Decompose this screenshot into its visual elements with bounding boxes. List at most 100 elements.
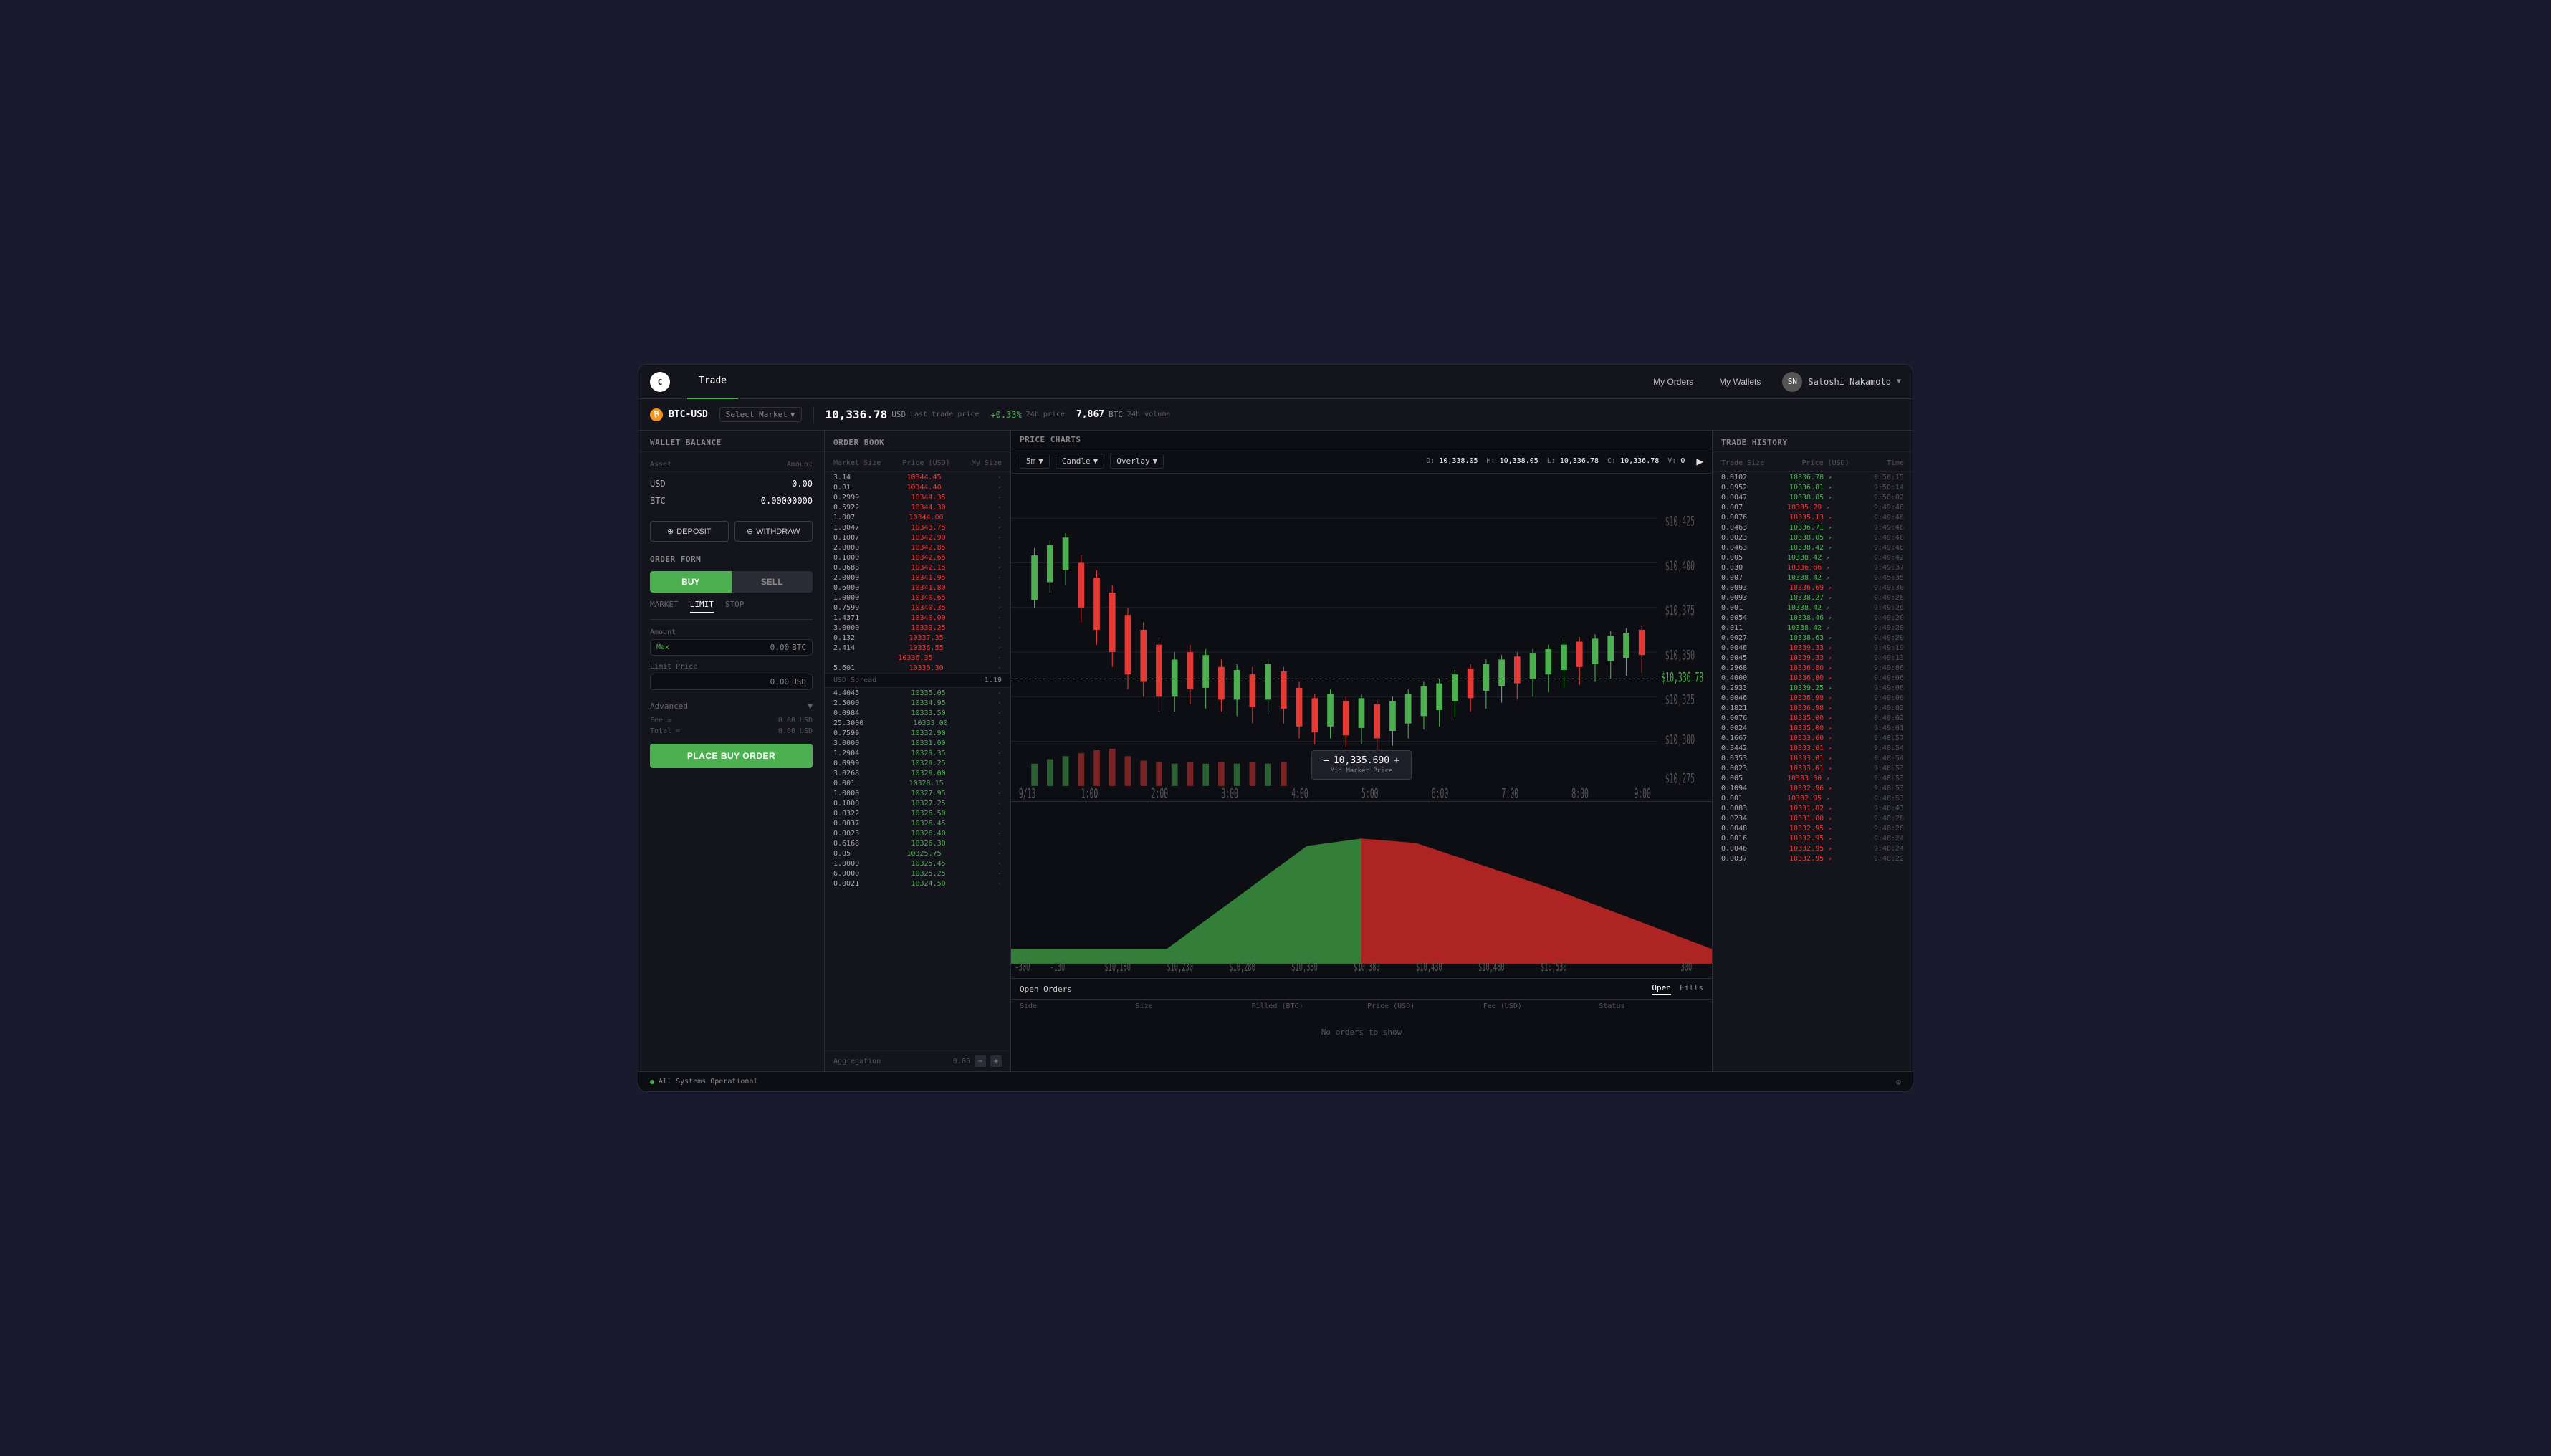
bid-row[interactable]: 25.300010333.00- (825, 718, 1010, 728)
side-col-header: Side (1020, 1002, 1124, 1010)
bid-row[interactable]: 0.002310326.40- (825, 828, 1010, 838)
bid-row[interactable]: 0.759910332.90- (825, 728, 1010, 738)
bid-price: 10326.40 (911, 830, 945, 838)
deposit-button[interactable]: ⊕ DEPOSIT (650, 521, 729, 542)
amount-input-row[interactable]: Max 0.00 BTC (650, 639, 813, 656)
fills-tab[interactable]: Fills (1680, 983, 1703, 995)
bid-price: 10335.05 (911, 689, 945, 697)
ob-column-headers: Market Size Price (USD) My Size (825, 452, 1010, 472)
ask-row[interactable]: 1.000010340.65- (825, 593, 1010, 603)
limit-price-input-row[interactable]: 0.00 USD (650, 674, 813, 690)
bid-row[interactable]: 0.098410333.50- (825, 708, 1010, 718)
ask-row[interactable]: 0.600010341.80- (825, 583, 1010, 593)
depth-chart-container[interactable]: -300 -130 $10,180 $10,230 $10,280 $10,33… (1011, 802, 1712, 978)
my-wallets-button[interactable]: My Wallets (1709, 373, 1771, 391)
bid-row[interactable]: 3.000010331.00- (825, 738, 1010, 748)
limit-tab[interactable]: LIMIT (690, 600, 714, 613)
ask-size: 2.0000 (833, 544, 859, 552)
overlay-dropdown[interactable]: Overlay ▼ (1110, 454, 1164, 469)
ask-row[interactable]: 0.759910340.35- (825, 603, 1010, 613)
bid-row[interactable]: 0.032210326.50- (825, 808, 1010, 818)
withdraw-label: WITHDRAW (756, 527, 800, 536)
ask-row[interactable]: 1.437110340.00- (825, 613, 1010, 623)
trade-time: 9:48:53 (1874, 795, 1904, 803)
bid-mysize: - (997, 860, 1002, 868)
market-tab[interactable]: MARKET (650, 600, 679, 613)
bid-row[interactable]: 2.500010334.95- (825, 698, 1010, 708)
trade-price: 10336.98 ↗ (1789, 704, 1832, 712)
trade-row: 0.008310331.02 ↗9:48:43 (1713, 803, 1913, 813)
trade-row: 0.03010336.66 ↗9:49:37 (1713, 562, 1913, 573)
trade-price: 10332.95 ↗ (1789, 825, 1832, 833)
ask-row[interactable]: 1.004710343.75- (825, 522, 1010, 532)
bid-row[interactable]: 0.099910329.25- (825, 758, 1010, 768)
max-link[interactable]: Max (656, 643, 669, 651)
sell-button[interactable]: SELL (732, 571, 813, 593)
logo[interactable]: C (650, 372, 670, 392)
bid-row[interactable]: 4.404510335.05- (825, 688, 1010, 698)
chart-type-dropdown[interactable]: Candle ▼ (1056, 454, 1104, 469)
bid-row[interactable]: 1.290410329.35- (825, 748, 1010, 758)
tab-trade[interactable]: Trade (687, 365, 738, 399)
place-order-button[interactable]: PLACE BUY ORDER (650, 744, 813, 768)
ask-row[interactable]: 0.068810342.15- (825, 562, 1010, 573)
bid-row[interactable]: 6.000010325.25- (825, 868, 1010, 878)
ask-mysize: - (997, 644, 1002, 652)
right-panel: Trade History Trade Size Price (USD) Tim… (1712, 431, 1913, 1071)
bid-row[interactable]: 3.026810329.00- (825, 768, 1010, 778)
ask-row[interactable]: 0.592210344.30- (825, 502, 1010, 512)
stop-tab[interactable]: STOP (725, 600, 745, 613)
chart-expand-button[interactable]: ▶ (1696, 454, 1703, 468)
trade-price: 10332.96 ↗ (1789, 785, 1832, 792)
ask-row[interactable]: 5.60110336.30- (825, 663, 1010, 673)
trade-price: 10332.95 ↗ (1787, 795, 1829, 803)
aggregation-decrease-button[interactable]: − (975, 1055, 986, 1067)
settings-icon[interactable]: ⚙ (1896, 1077, 1901, 1087)
up-arrow-icon: ↗ (1828, 615, 1832, 621)
bid-row[interactable]: 0.00110328.15- (825, 778, 1010, 788)
trade-price: 10339.33 ↗ (1789, 644, 1832, 652)
bid-row[interactable]: 0.616810326.30- (825, 838, 1010, 848)
bid-size: 0.001 (833, 780, 855, 787)
ask-row[interactable]: 2.41410336.55- (825, 643, 1010, 653)
bid-row[interactable]: 1.000010327.95- (825, 788, 1010, 798)
bid-row[interactable]: 0.0510325.75- (825, 848, 1010, 858)
ask-row[interactable]: 3.000010339.25- (825, 623, 1010, 633)
select-market-button[interactable]: Select Market ▼ (719, 407, 802, 422)
trade-time: 9:48:22 (1874, 855, 1904, 863)
bid-row[interactable]: 0.003710326.45- (825, 818, 1010, 828)
ask-mysize: - (997, 624, 1002, 632)
ask-row[interactable]: 3.1410344.45- (825, 472, 1010, 482)
trade-size: 0.0045 (1721, 654, 1747, 662)
chevron-down-icon[interactable]: ▼ (1897, 378, 1901, 385)
trade-size: 0.3442 (1721, 744, 1747, 752)
open-tab[interactable]: Open (1652, 983, 1671, 995)
ask-row[interactable]: 0.299910344.35- (825, 492, 1010, 502)
aggregation-increase-button[interactable]: + (990, 1055, 1002, 1067)
price-chart-container[interactable]: $10,425 $10,400 $10,375 $10,350 $10,336.… (1011, 474, 1712, 802)
bid-row[interactable]: 0.100010327.25- (825, 798, 1010, 808)
bid-row[interactable]: 1.000010325.45- (825, 858, 1010, 868)
bid-size: 0.0984 (833, 709, 859, 717)
withdraw-button[interactable]: ⊖ WITHDRAW (734, 521, 813, 542)
status-dot (650, 1080, 654, 1084)
my-orders-button[interactable]: My Orders (1643, 373, 1703, 391)
ask-row[interactable]: 0.100710342.90- (825, 532, 1010, 542)
down-arrow-icon: ↗ (1828, 695, 1832, 701)
buy-button[interactable]: BUY (650, 571, 732, 593)
bid-row[interactable]: 0.002110324.50- (825, 878, 1010, 889)
ask-row[interactable]: 0.0110344.40- (825, 482, 1010, 492)
ask-price: 10340.00 (911, 614, 945, 622)
trade-size: 0.0093 (1721, 594, 1747, 602)
fee-col-header: Fee (USD) (1483, 1002, 1588, 1010)
ask-row[interactable]: 2.000010341.95- (825, 573, 1010, 583)
ask-row[interactable]: 1.00710344.00- (825, 512, 1010, 522)
ask-row[interactable]: 0.13210337.35- (825, 633, 1010, 643)
advanced-toggle[interactable]: Advanced ▼ (650, 697, 813, 715)
ask-row[interactable]: 10336.35- (825, 653, 1010, 663)
svg-text:$10,180: $10,180 (1104, 961, 1131, 974)
ask-row[interactable]: 2.000010342.85- (825, 542, 1010, 552)
ask-row[interactable]: 0.100010342.65- (825, 552, 1010, 562)
bid-price: 10333.50 (911, 709, 945, 717)
timeframe-dropdown[interactable]: 5m ▼ (1020, 454, 1050, 469)
